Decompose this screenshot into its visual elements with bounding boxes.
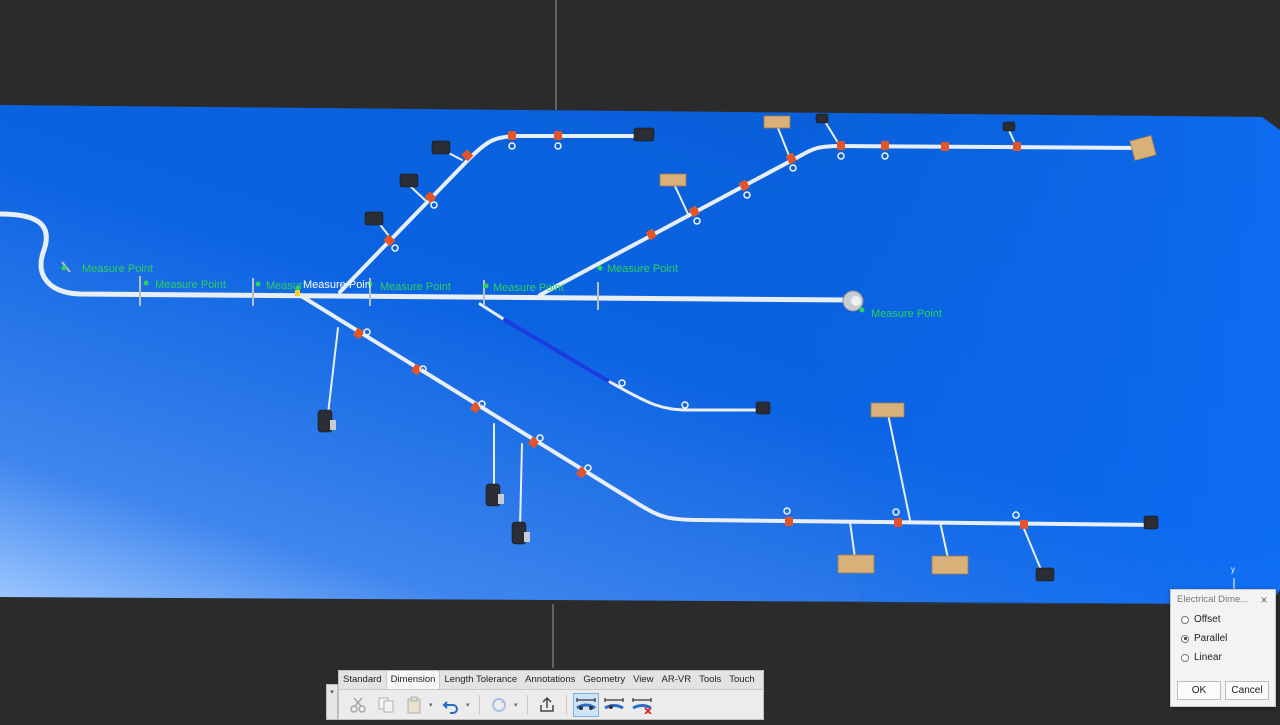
- svg-text:y: y: [1231, 565, 1235, 574]
- tab-dimension[interactable]: Dimension: [385, 671, 441, 689]
- option-linear[interactable]: Linear: [1171, 648, 1275, 667]
- dimension-parallel-icon[interactable]: [573, 693, 599, 717]
- option-parallel[interactable]: Parallel: [1171, 629, 1275, 648]
- toolbar-separator: [566, 695, 567, 715]
- chevron-down-icon: ▾: [330, 689, 334, 696]
- undo-icon[interactable]: [438, 693, 464, 717]
- cancel-button[interactable]: Cancel: [1225, 681, 1269, 700]
- undo-dropdown-icon[interactable]: ▾: [466, 701, 473, 709]
- ok-button[interactable]: OK: [1177, 681, 1221, 700]
- measure-point-label[interactable]: Measure Point: [155, 279, 226, 291]
- refresh-icon[interactable]: [486, 693, 512, 717]
- dialog-title-text: Electrical Dime...: [1177, 594, 1249, 605]
- tab-view[interactable]: View: [629, 671, 657, 689]
- dimension-offset-icon[interactable]: [601, 693, 627, 717]
- ribbon-tabs: Standard Dimension Length Tolerance Anno…: [339, 671, 763, 690]
- dialog-title: Electrical Dime... ×: [1171, 590, 1275, 610]
- tab-tools[interactable]: Tools: [695, 671, 725, 689]
- measure-point-label[interactable]: Measure Point: [380, 281, 451, 293]
- refresh-dropdown-icon[interactable]: ▾: [514, 701, 521, 709]
- ribbon-toolbar: Standard Dimension Length Tolerance Anno…: [338, 670, 764, 720]
- paste-dropdown-icon[interactable]: ▾: [429, 701, 436, 709]
- measure-point-label-selected[interactable]: Measure Poin: [303, 279, 371, 291]
- tab-length-tolerance[interactable]: Length Tolerance: [440, 671, 521, 689]
- measure-point-label[interactable]: Measure Point: [82, 263, 153, 275]
- copy-icon[interactable]: [373, 693, 399, 717]
- radio-parallel[interactable]: [1181, 634, 1189, 643]
- measure-point-label[interactable]: Measure Point: [493, 282, 564, 294]
- dimension-delete-icon[interactable]: [629, 693, 655, 717]
- tab-ar-vr[interactable]: AR-VR: [658, 671, 696, 689]
- measure-point-label[interactable]: Measure Point: [607, 263, 678, 275]
- measure-point-label[interactable]: Measure Point: [871, 308, 942, 320]
- tab-standard[interactable]: Standard: [339, 671, 386, 689]
- electrical-dimension-dialog: Electrical Dime... × Offset Parallel Lin…: [1170, 589, 1276, 707]
- toolbar-separator: [479, 695, 480, 715]
- paste-icon[interactable]: [401, 693, 427, 717]
- toolbar-separator: [527, 695, 528, 715]
- option-offset[interactable]: Offset: [1171, 610, 1275, 629]
- export-icon[interactable]: [534, 693, 560, 717]
- option-offset-label: Offset: [1194, 614, 1221, 625]
- tab-geometry[interactable]: Geometry: [579, 671, 629, 689]
- cut-icon[interactable]: [345, 693, 371, 717]
- tab-annotations[interactable]: Annotations: [521, 671, 579, 689]
- measure-point-label[interactable]: Measur: [266, 280, 303, 292]
- close-icon[interactable]: ×: [1257, 590, 1271, 610]
- radio-offset[interactable]: [1181, 615, 1189, 624]
- option-parallel-label: Parallel: [1194, 633, 1228, 644]
- radio-linear[interactable]: [1181, 653, 1189, 662]
- ribbon-tools: ▾ ▾ ▾: [339, 690, 763, 720]
- tab-touch[interactable]: Touch: [725, 671, 758, 689]
- harness-scene[interactable]: Measure Point Measure Point Measur Measu…: [0, 0, 1280, 720]
- trunk-end-fitting: [842, 290, 864, 312]
- board-shade: [780, 112, 1280, 604]
- option-linear-label: Linear: [1194, 652, 1222, 663]
- ribbon-collapse-handle[interactable]: ▾: [326, 684, 338, 720]
- 3d-viewport[interactable]: Measure Point Measure Point Measur Measu…: [0, 0, 1280, 720]
